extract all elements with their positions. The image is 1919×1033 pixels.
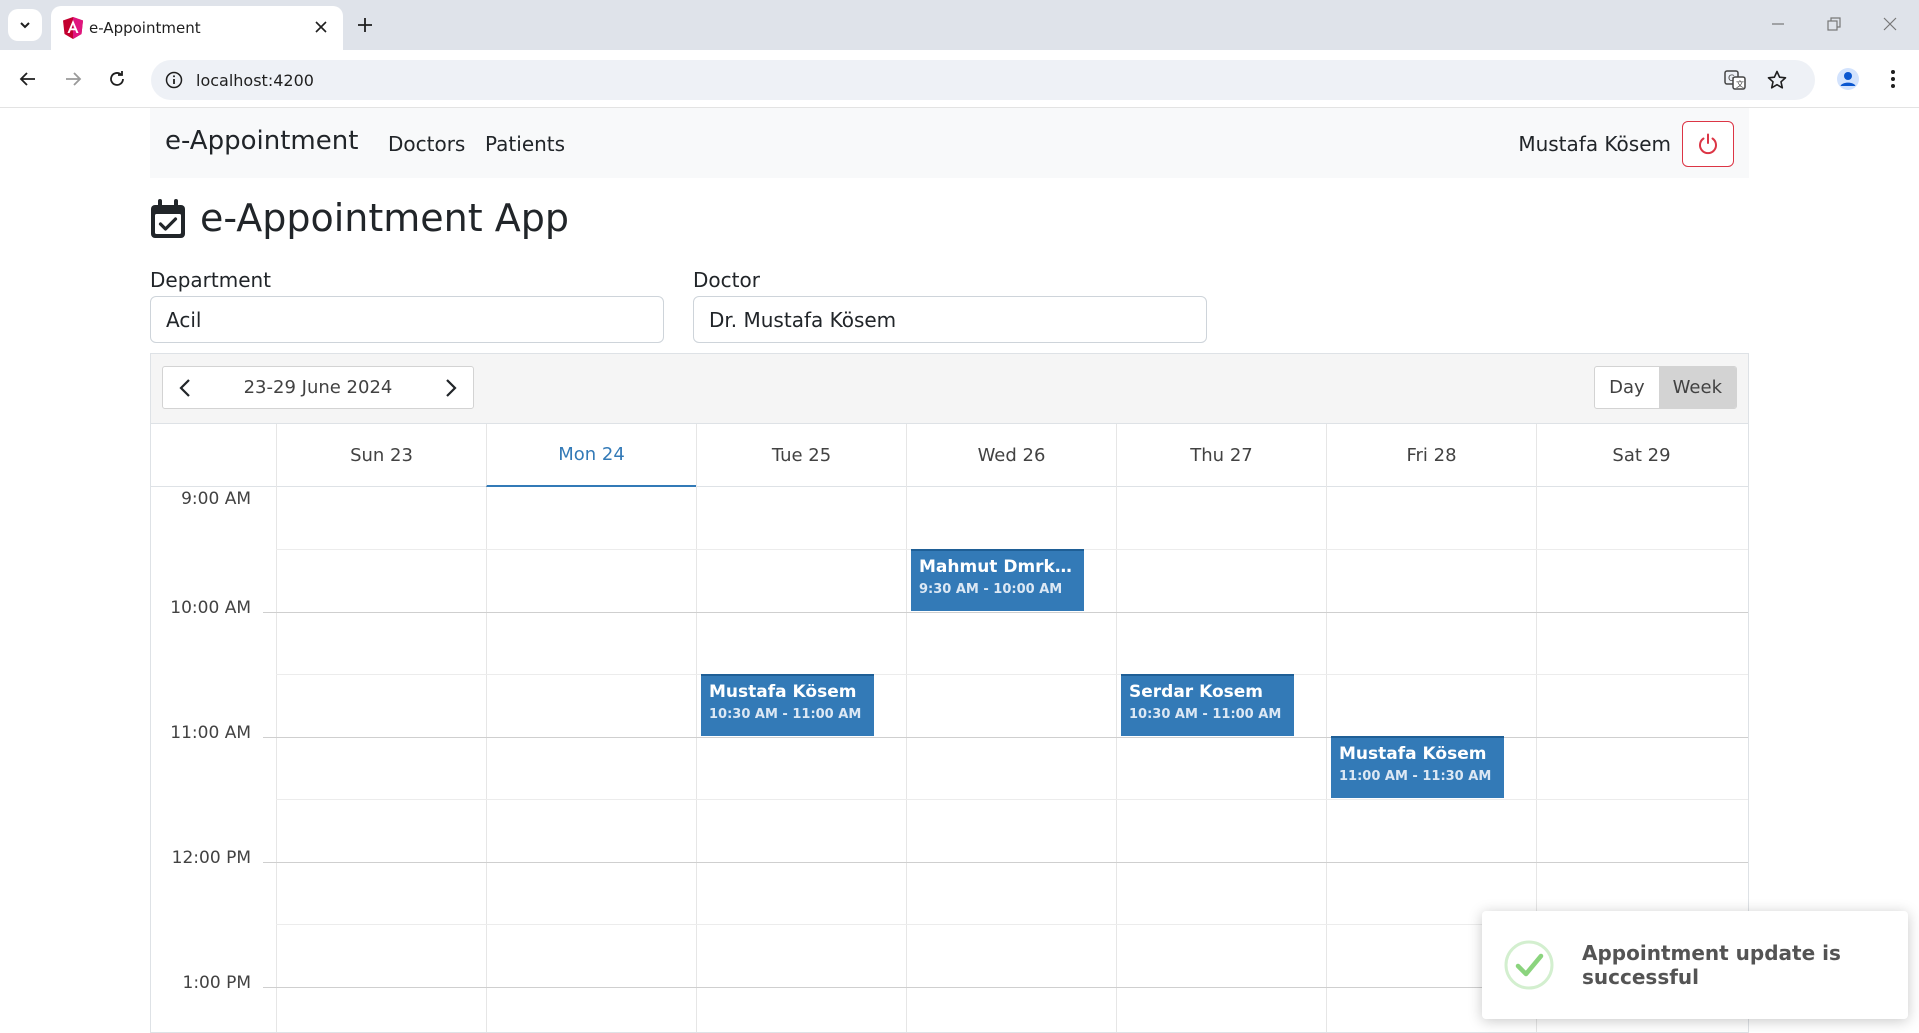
url-text: localhost:4200: [196, 71, 314, 90]
day-header-thu[interactable]: Thu 27: [1116, 424, 1326, 487]
appointment-time: 10:30 AM - 11:00 AM: [1129, 707, 1282, 722]
day-column-divider: [1326, 487, 1327, 1032]
day-column-divider: [486, 487, 487, 1032]
address-bar[interactable]: localhost:4200 G文: [151, 60, 1815, 100]
doctor-value: Dr. Mustafa Kösem: [709, 308, 897, 332]
toast-message: Appointment update is successful: [1582, 941, 1841, 989]
translate-icon[interactable]: G文: [1723, 68, 1747, 92]
scheduler-day-headers: Sun 23 Mon 24 Tue 25 Wed 26 Thu 27 Fri 2…: [151, 424, 1748, 487]
site-info-icon[interactable]: [163, 69, 185, 91]
scheduler-toolbar: 23-29 June 2024 Day Week: [151, 354, 1748, 424]
appointment-time: 9:30 AM - 10:00 AM: [919, 582, 1063, 597]
appointment-time: 11:00 AM - 11:30 AM: [1339, 769, 1492, 784]
time-label: 1:00 PM: [182, 973, 252, 993]
window-close-button[interactable]: [1870, 8, 1910, 40]
day-column-divider: [906, 487, 907, 1032]
appointment-block[interactable]: Mahmut Dmrkır... 9:30 AM - 10:00 AM: [911, 549, 1084, 611]
appointment-block[interactable]: Mustafa Kösem 10:30 AM - 11:00 AM: [701, 674, 874, 736]
view-week-button[interactable]: Week: [1658, 367, 1736, 408]
day-header-fri[interactable]: Fri 28: [1326, 424, 1536, 487]
department-select[interactable]: Acil: [150, 296, 664, 343]
date-navigator: 23-29 June 2024: [162, 366, 474, 409]
svg-text:文: 文: [1736, 79, 1744, 89]
chevron-left-icon: [179, 378, 190, 397]
view-switcher: Day Week: [1594, 366, 1737, 409]
back-button[interactable]: [12, 63, 44, 95]
hour-line: [263, 862, 1748, 863]
doctor-select[interactable]: Dr. Mustafa Kösem: [693, 296, 1207, 343]
page-title: e-Appointment App: [200, 196, 569, 240]
app-brand[interactable]: e-Appointment: [165, 126, 358, 156]
hour-line: [263, 737, 1748, 738]
forward-button[interactable]: [57, 63, 89, 95]
browser-tab[interactable]: e-Appointment: [51, 6, 343, 50]
browser-menu-button[interactable]: [1878, 64, 1908, 94]
tab-search-button[interactable]: [8, 9, 42, 41]
new-tab-button[interactable]: [350, 10, 380, 40]
close-icon: [1883, 17, 1897, 31]
appointment-patient-name: Mustafa Kösem: [709, 682, 857, 702]
half-hour-line: [276, 799, 1748, 800]
success-toast[interactable]: Appointment update is successful: [1482, 911, 1908, 1019]
browser-tabstrip: e-Appointment: [0, 0, 1919, 50]
appointment-patient-name: Serdar Kosem: [1129, 682, 1264, 702]
reload-icon: [110, 71, 124, 86]
arrow-right-icon: [66, 72, 82, 86]
time-label: 11:00 AM: [170, 723, 251, 743]
department-label: Department: [150, 268, 272, 292]
tab-title: e-Appointment: [89, 19, 201, 37]
time-label: 9:00 AM: [181, 489, 251, 509]
arrow-left-icon: [19, 72, 35, 86]
browser-toolbar: localhost:4200 G文: [0, 50, 1919, 108]
check-circle-icon: [1504, 940, 1554, 990]
day-header-wed[interactable]: Wed 26: [906, 424, 1116, 487]
department-value: Acil: [166, 308, 202, 332]
profile-avatar-icon: [1837, 68, 1859, 90]
profile-button[interactable]: [1833, 64, 1863, 94]
nav-link-doctors[interactable]: Doctors: [388, 132, 465, 156]
close-icon: [315, 21, 327, 33]
appointment-time: 10:30 AM - 11:00 AM: [709, 707, 862, 722]
restore-button[interactable]: [1814, 8, 1854, 40]
tab-close-button[interactable]: [309, 15, 333, 39]
restore-icon: [1827, 17, 1841, 31]
day-header-tue[interactable]: Tue 25: [696, 424, 906, 487]
half-hour-line: [276, 674, 1748, 675]
previous-week-button[interactable]: [163, 367, 207, 408]
chevron-down-icon: [20, 22, 30, 29]
logout-button[interactable]: [1682, 121, 1734, 167]
day-header-mon[interactable]: Mon 24: [486, 424, 696, 487]
power-icon: [1699, 133, 1717, 155]
bookmark-star-icon[interactable]: [1765, 68, 1789, 92]
plus-icon: [358, 18, 372, 32]
calendar-check-icon: [151, 199, 185, 238]
day-column-divider: [1116, 487, 1117, 1032]
current-user-name: Mustafa Kösem: [1518, 132, 1671, 156]
date-range[interactable]: 23-29 June 2024: [207, 377, 429, 398]
app-navbar: e-Appointment Doctors Patients Mustafa K…: [150, 108, 1749, 178]
more-vert-icon: [1891, 70, 1895, 88]
appointment-patient-name: Mustafa Kösem: [1339, 744, 1487, 764]
appointment-block[interactable]: Mustafa Kösem 11:00 AM - 11:30 AM: [1331, 736, 1504, 798]
view-day-button[interactable]: Day: [1595, 367, 1659, 408]
nav-link-patients[interactable]: Patients: [485, 132, 565, 156]
appointment-patient-name: Mahmut Dmrkır...: [919, 557, 1076, 577]
minimize-icon: [1772, 23, 1784, 25]
hour-line: [263, 612, 1748, 613]
next-week-button[interactable]: [429, 367, 473, 408]
appointment-block[interactable]: Serdar Kosem 10:30 AM - 11:00 AM: [1121, 674, 1294, 736]
time-label: 12:00 PM: [171, 848, 251, 868]
angular-logo-icon: [63, 17, 83, 39]
day-header-sun[interactable]: Sun 23: [276, 424, 486, 487]
chevron-right-icon: [446, 378, 457, 397]
time-label: 10:00 AM: [170, 598, 251, 618]
day-header-sat[interactable]: Sat 29: [1536, 424, 1746, 487]
doctor-label: Doctor: [693, 268, 760, 292]
day-column-divider: [696, 487, 697, 1032]
minimize-button[interactable]: [1758, 8, 1798, 40]
reload-button[interactable]: [101, 63, 133, 95]
day-column-divider: [276, 487, 277, 1032]
